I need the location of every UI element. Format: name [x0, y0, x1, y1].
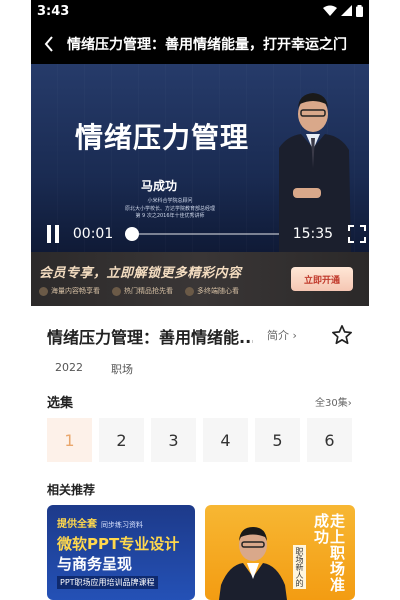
vip-feature-label: 海量内容畅享看 — [51, 287, 100, 295]
ppt-card-small: 同步练习资料 — [101, 521, 143, 529]
episode-list: 1 2 3 4 5 6 — [47, 418, 352, 462]
ppt-card-line2: 与商务呈现 — [57, 555, 133, 573]
video-teacher-name: 马成功 — [141, 179, 178, 193]
intro-label: 简介 — [267, 329, 289, 342]
episode-item[interactable]: 6 — [307, 418, 352, 462]
episode-item[interactable]: 5 — [255, 418, 300, 462]
play-pause-button[interactable] — [35, 216, 71, 252]
career-card-title: 走上职场准成功 — [312, 513, 346, 593]
battery-icon — [356, 5, 363, 17]
vip-feature: 热门精品抢先看 — [112, 286, 173, 296]
chevron-right-icon: › — [292, 329, 297, 342]
current-time: 00:01 — [72, 226, 114, 242]
duration-time: 15:35 — [292, 226, 334, 242]
vip-features: 海量内容畅享看 热门精品抢先看 多终端随心看 — [39, 286, 239, 296]
episodes-all-label: 全30集 — [315, 398, 348, 409]
video-course-title: 情绪压力管理 — [75, 121, 250, 154]
fullscreen-icon — [348, 225, 367, 243]
tag-year: 2022 — [55, 361, 83, 374]
chevron-left-icon — [44, 36, 53, 52]
app-screen: 3:43 情绪压力管理：善用情绪能量，打开幸运之门 情绪压力管理 马成功 小米科… — [31, 0, 369, 600]
wifi-icon — [323, 5, 337, 16]
vip-feature: 海量内容畅享看 — [39, 286, 100, 296]
title-bar: 情绪压力管理：善用情绪能量，打开幸运之门 — [31, 24, 369, 64]
episodes-label: 选集 — [47, 396, 74, 411]
episode-item[interactable]: 3 — [151, 418, 196, 462]
career-card-person-image — [219, 527, 287, 600]
video-controls: 00:01 15:35 — [31, 216, 369, 252]
signal-icon — [341, 5, 352, 16]
episode-item[interactable]: 4 — [203, 418, 248, 462]
intro-link[interactable]: 简介 › — [267, 327, 297, 343]
back-button[interactable] — [31, 24, 67, 64]
vip-headline: 会员专享，立即解锁更多精彩内容 — [39, 266, 242, 281]
tag-category: 职场 — [111, 363, 133, 376]
career-card-small: 职场新人的 — [293, 545, 306, 589]
page-title: 情绪压力管理：善用情绪能量，打开幸运之门 — [67, 37, 347, 53]
vip-feature-icon — [185, 286, 194, 296]
vip-feature-label: 热门精品抢先看 — [124, 287, 173, 295]
vip-feature-label: 多终端随心看 — [197, 287, 239, 295]
ppt-card-badge: 提供全套 — [57, 519, 97, 530]
vip-banner[interactable]: 会员专享，立即解锁更多精彩内容 海量内容畅享看 热门精品抢先看 多终端随心看 立… — [31, 252, 369, 306]
seek-thumb[interactable] — [125, 227, 140, 241]
ppt-card-header: 提供全套 同步练习资料 — [57, 515, 143, 530]
episodes-all-link[interactable]: 全30集› — [315, 394, 352, 409]
related-card-ppt[interactable]: 提供全套 同步练习资料 微软PPT专业设计 与商务呈现 PPT职场应用培训品牌课… — [47, 505, 195, 600]
seek-track — [125, 233, 279, 235]
related-label: 相关推荐 — [47, 483, 96, 497]
fullscreen-button[interactable] — [345, 222, 369, 246]
related-card-career[interactable]: 职场新人的 走上职场准成功 — [205, 505, 355, 600]
status-bar: 3:43 — [31, 0, 369, 24]
episode-item[interactable]: 1 — [47, 418, 92, 462]
favorite-star-icon[interactable] — [331, 324, 353, 346]
course-title: 情绪压力管理：善用情绪能... — [47, 328, 253, 347]
seek-bar[interactable] — [125, 224, 279, 244]
video-player[interactable]: 情绪压力管理 马成功 小米科合学院总顾问 原北大小学校长、方达学院教育部总经理 … — [31, 64, 369, 252]
vip-feature: 多终端随心看 — [185, 286, 239, 296]
vip-feature-icon — [112, 286, 121, 296]
vip-feature-icon — [39, 286, 48, 296]
pause-icon — [46, 225, 59, 243]
vip-subscribe-button[interactable]: 立即开通 — [291, 267, 353, 291]
chevron-right-icon: › — [347, 398, 352, 409]
status-icons — [323, 5, 363, 17]
ppt-card-line3: PPT职场应用培训品牌课程 — [57, 576, 158, 589]
ppt-card-line1: 微软PPT专业设计 — [57, 535, 180, 553]
episode-item[interactable]: 2 — [99, 418, 144, 462]
status-time: 3:43 — [37, 4, 70, 19]
tag-list: 2022 职场 — [55, 361, 133, 377]
